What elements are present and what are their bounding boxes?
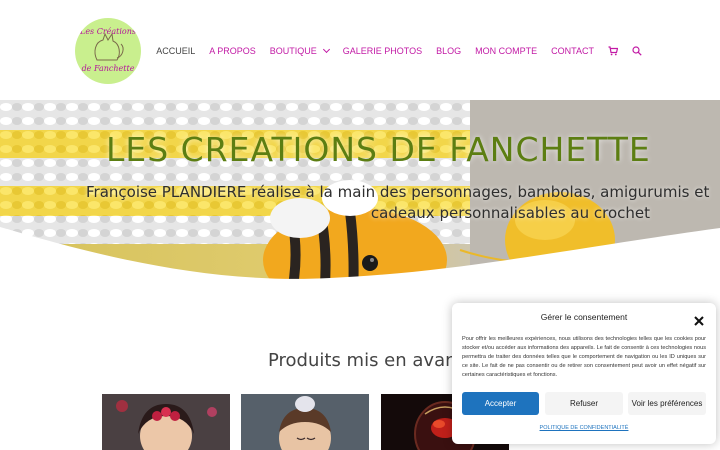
nav-item-label: A PROPOS (209, 46, 256, 56)
nav-item-label: ACCUEIL (156, 46, 196, 56)
nav-item-accueil[interactable]: ACCUEIL (156, 46, 195, 56)
accept-button[interactable]: Accepter (462, 392, 539, 415)
nav-item-a-propos[interactable]: A PROPOS (209, 46, 256, 56)
hero-banner: LES CREATIONS DE FANCHETTE Françoise PLA… (0, 100, 720, 315)
product-card[interactable] (102, 394, 230, 450)
refuse-button[interactable]: Refuser (545, 392, 623, 415)
product-card[interactable] (241, 394, 369, 450)
nav-item-contact[interactable]: CONTACT (551, 46, 594, 56)
consent-message: Pour offrir les meilleures expériences, … (462, 336, 706, 378)
nav-item-boutique[interactable]: BOUTIQUE (269, 45, 330, 56)
nav-item-label: GALERIE PHOTOS (342, 46, 423, 56)
close-icon[interactable] (693, 312, 705, 326)
site-header: Les Créations de Fanchette ACCUEIL A PRO… (0, 0, 720, 100)
view-preferences-button[interactable]: Voir les préférences (628, 392, 706, 415)
hero-title: LES CREATIONS DE FANCHETTE (106, 130, 651, 169)
site-logo[interactable]: Les Créations de Fanchette (75, 18, 141, 84)
search-icon[interactable] (632, 46, 642, 56)
nav-item-blog[interactable]: BLOG (436, 46, 461, 56)
nav-item-label: MON COMPTE (475, 46, 538, 56)
main-nav: ACCUEIL A PROPOS BOUTIQUE GALERIE PHOTOS… (142, 44, 642, 58)
nav-item-galerie-photos[interactable]: GALERIE PHOTOS (343, 46, 422, 56)
consent-title: Gérer le consentement (540, 312, 628, 322)
featured-products-title: Produits mis en avant (268, 350, 464, 371)
product-image (102, 394, 230, 450)
cart-icon[interactable] (608, 46, 618, 56)
nav-item-label: BLOG (436, 46, 462, 56)
nav-item-mon-compte[interactable]: MON COMPTE (475, 46, 537, 56)
privacy-policy-link[interactable]: POLITIQUE DE CONFIDENTIALITÉ (452, 425, 716, 431)
logo-text-line2: de Fanchette (81, 64, 135, 73)
hero-subtitle-line2: cadeaux personnalisables au crochet (370, 204, 650, 222)
cookie-consent-dialog: Gérer le consentement Pour offrir les me… (452, 303, 716, 444)
nav-item-label: CONTACT (551, 46, 594, 56)
hero-subtitle-line1: Françoise PLANDIERE réalise à la main de… (86, 183, 710, 201)
nav-item-label: BOUTIQUE (269, 46, 317, 56)
chevron-down-icon (322, 45, 330, 54)
logo-text-line1: Les Créations (80, 27, 136, 36)
product-image (241, 394, 369, 450)
